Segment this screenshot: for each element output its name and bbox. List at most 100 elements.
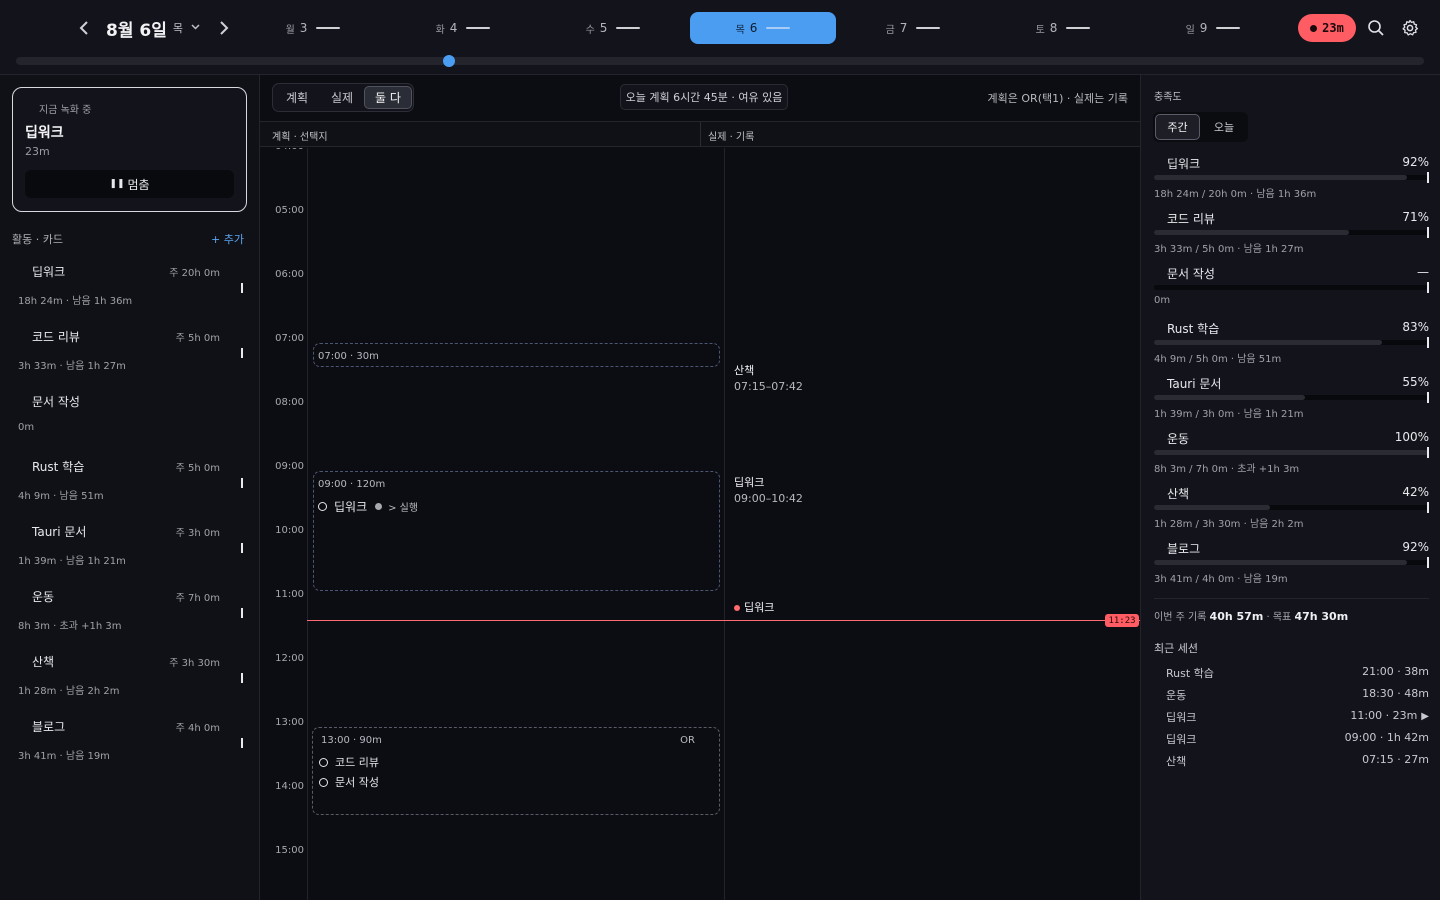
activity-card[interactable]: 코드 리뷰 주 5h 0m 3h 33m · 남음 1h 27m bbox=[0, 328, 259, 393]
progress-bar bbox=[1154, 557, 1429, 568]
actual-record[interactable]: 딥워크 09:00–10:42 bbox=[734, 474, 1054, 505]
activity-card[interactable]: Tauri 문서 주 3h 0m 1h 39m · 남음 1h 21m bbox=[0, 523, 259, 588]
hour-label: 12:00 bbox=[275, 653, 304, 664]
recent-session-time-wrap: 21:00 · 38m bbox=[1362, 665, 1429, 678]
progress-fill bbox=[1154, 560, 1407, 565]
hour-label: 15:00 bbox=[275, 845, 304, 856]
recent-session-name: 딥워크 bbox=[1166, 711, 1197, 724]
recent-session-row[interactable]: 운동 18:30 · 48m bbox=[1166, 687, 1429, 705]
day-tab-0[interactable]: 월3 bbox=[240, 12, 386, 44]
weekly-summary: 이번 주 기록 40h 57m · 목표 47h 30m bbox=[1154, 608, 1348, 623]
fulfillment-item[interactable]: 코드 리뷰 71% 3h 33m / 5h 0m · 남음 1h 27m bbox=[1154, 210, 1429, 262]
actual-record[interactable]: 딥워크 bbox=[734, 599, 1054, 615]
drag-handle-icon[interactable] bbox=[241, 348, 243, 358]
recording-pill[interactable]: 23m bbox=[1298, 14, 1356, 42]
fulfillment-item[interactable]: Tauri 문서 55% 1h 39m / 3h 0m · 남음 1h 21m bbox=[1154, 375, 1429, 427]
run-link[interactable]: > 실행 bbox=[388, 499, 418, 514]
recent-session-time: 11:00 · 23m bbox=[1350, 709, 1418, 722]
progress-bar bbox=[1154, 227, 1429, 238]
day-tab-6[interactable]: 일9 bbox=[1140, 12, 1286, 44]
drag-handle-icon[interactable] bbox=[241, 478, 243, 488]
chevron-down-icon[interactable] bbox=[191, 23, 200, 33]
tab-plan[interactable]: 계획 bbox=[276, 86, 318, 109]
activity-progress-text: 8h 3m · 초과 +1h 3m bbox=[18, 621, 122, 632]
recent-session-row[interactable]: 산책 07:15 · 27m bbox=[1166, 753, 1429, 771]
gear-icon[interactable] bbox=[1398, 16, 1422, 40]
timeline-grid[interactable]: 04:00 05:00 06:00 07:00 08:00 09:00 10:00 11:00… bbox=[260, 148, 1140, 900]
fulfillment-stat: 3h 33m / 5h 0m · 남음 1h 27m bbox=[1154, 244, 1304, 255]
activity-card[interactable]: 블로그 주 4h 0m 3h 41m · 남음 19m bbox=[0, 718, 259, 783]
fulfillment-title: 충족도 bbox=[1154, 92, 1182, 103]
day-tab-4[interactable]: 금7 bbox=[840, 12, 986, 44]
activity-card[interactable]: 운동 주 7h 0m 8h 3m · 초과 +1h 3m bbox=[0, 588, 259, 653]
radio-circle-icon[interactable] bbox=[319, 777, 328, 787]
day-tab-weekday: 토 bbox=[1035, 24, 1045, 36]
activity-name: 문서 작성 bbox=[32, 395, 80, 409]
day-timeline-slider[interactable] bbox=[16, 57, 1424, 65]
activity-weekly-goal: 주 5h 0m bbox=[175, 463, 220, 474]
date-title[interactable]: 8월 6일 bbox=[106, 16, 167, 41]
drag-handle-icon[interactable] bbox=[241, 738, 243, 748]
fulfillment-name: 산책 bbox=[1167, 487, 1190, 501]
day-tab-number: 9 bbox=[1199, 21, 1208, 35]
top-bar: 8월 6일 목 월3화4수5목6금7토8일9 23m bbox=[0, 0, 1440, 75]
recent-session-row[interactable]: 딥워크 09:00 · 1h 42m bbox=[1166, 731, 1429, 749]
radio-circle-icon[interactable] bbox=[318, 502, 327, 511]
goal-marker bbox=[1427, 557, 1429, 568]
plan-block[interactable]: 13:00 · 90m OR 코드 리뷰 문서 작성 bbox=[312, 727, 720, 815]
plan-option[interactable]: 문서 작성 bbox=[319, 774, 379, 790]
recent-session-row[interactable]: 딥워크 11:00 · 23m ▶ bbox=[1166, 709, 1429, 727]
recent-session-row[interactable]: Rust 학습 21:00 · 38m bbox=[1166, 665, 1429, 683]
drag-handle-icon[interactable] bbox=[241, 543, 243, 553]
activity-card[interactable]: 딥워크 주 20h 0m 18h 24m · 남음 1h 36m bbox=[0, 263, 259, 328]
actual-record[interactable]: 산책 07:15–07:42 bbox=[734, 362, 1054, 393]
progress-fill bbox=[1154, 505, 1270, 510]
day-tab-2[interactable]: 수5 bbox=[540, 12, 686, 44]
actual-record-label: 딥워크 bbox=[744, 601, 775, 614]
fulfillment-stat: 18h 24m / 20h 0m · 남음 1h 36m bbox=[1154, 189, 1317, 200]
actual-record-name: 딥워크 bbox=[734, 599, 1054, 615]
fulfillment-stat: 1h 39m / 3h 0m · 남음 1h 21m bbox=[1154, 409, 1304, 420]
tab-actual[interactable]: 실제 bbox=[321, 86, 363, 109]
day-tab-3[interactable]: 목6 bbox=[690, 12, 836, 44]
chevron-left-icon[interactable] bbox=[70, 14, 98, 42]
day-tab-1[interactable]: 화4 bbox=[390, 12, 536, 44]
fulfillment-percent: — bbox=[1417, 265, 1429, 279]
fulfillment-item[interactable]: Rust 학습 83% 4h 9m / 5h 0m · 남음 51m bbox=[1154, 320, 1429, 372]
drag-handle-icon[interactable] bbox=[241, 283, 243, 293]
fulfillment-name: 코드 리뷰 bbox=[1167, 212, 1215, 226]
play-icon[interactable]: ▶ bbox=[1421, 711, 1429, 722]
plan-option[interactable]: 코드 리뷰 bbox=[319, 754, 379, 770]
drag-handle-icon[interactable] bbox=[241, 673, 243, 683]
tab-today[interactable]: 오늘 bbox=[1203, 114, 1245, 140]
activity-card[interactable]: 문서 작성 0m bbox=[0, 393, 259, 458]
plan-block[interactable]: 07:00 · 30m· 산책 · 주 4h 0m bbox=[313, 343, 720, 367]
search-icon[interactable] bbox=[1364, 16, 1388, 40]
plan-block[interactable]: 09:00 · 120m 딥워크 > 실행 bbox=[313, 471, 720, 591]
activity-weekly-goal: 주 20h 0m bbox=[169, 268, 220, 279]
fulfillment-item[interactable]: 운동 100% 8h 3m / 7h 0m · 초과 +1h 3m bbox=[1154, 430, 1429, 482]
progress-fill bbox=[1154, 340, 1382, 345]
recent-session-time: 07:15 · 27m bbox=[1362, 753, 1429, 766]
activity-card[interactable]: 산책 주 3h 30m 1h 28m · 남음 2h 2m bbox=[0, 653, 259, 718]
fulfillment-item[interactable]: 문서 작성 — 0m bbox=[1154, 265, 1429, 317]
drag-handle-icon[interactable] bbox=[241, 608, 243, 618]
chevron-right-icon[interactable] bbox=[210, 14, 238, 42]
or-badge: OR bbox=[680, 735, 695, 746]
actual-record-name: 산책 bbox=[734, 362, 1054, 378]
plan-option-name: 문서 작성 bbox=[335, 776, 379, 789]
plan-option[interactable]: 딥워크 > 실행 bbox=[318, 498, 418, 515]
actual-record-time: 09:00–10:42 bbox=[734, 492, 803, 505]
tab-both[interactable]: 둘 다 bbox=[364, 86, 412, 109]
hour-label: 13:00 bbox=[275, 717, 304, 728]
add-activity-button[interactable]: + 추가 bbox=[211, 231, 244, 247]
day-tab-5[interactable]: 토8 bbox=[990, 12, 1136, 44]
fulfillment-item[interactable]: 딥워크 92% 18h 24m / 20h 0m · 남음 1h 36m bbox=[1154, 155, 1429, 207]
fulfillment-item[interactable]: 산책 42% 1h 28m / 3h 30m · 남음 2h 2m bbox=[1154, 485, 1429, 537]
stop-button[interactable]: ❚❚ 멈춤 bbox=[25, 170, 234, 198]
tab-weekly[interactable]: 주간 bbox=[1155, 114, 1200, 140]
radio-circle-icon[interactable] bbox=[319, 757, 328, 767]
activity-card[interactable]: Rust 학습 주 5h 0m 4h 9m · 남음 51m bbox=[0, 458, 259, 523]
timeline-slider-handle[interactable] bbox=[443, 55, 455, 67]
fulfillment-item[interactable]: 블로그 92% 3h 41m / 4h 0m · 남음 19m bbox=[1154, 540, 1429, 592]
